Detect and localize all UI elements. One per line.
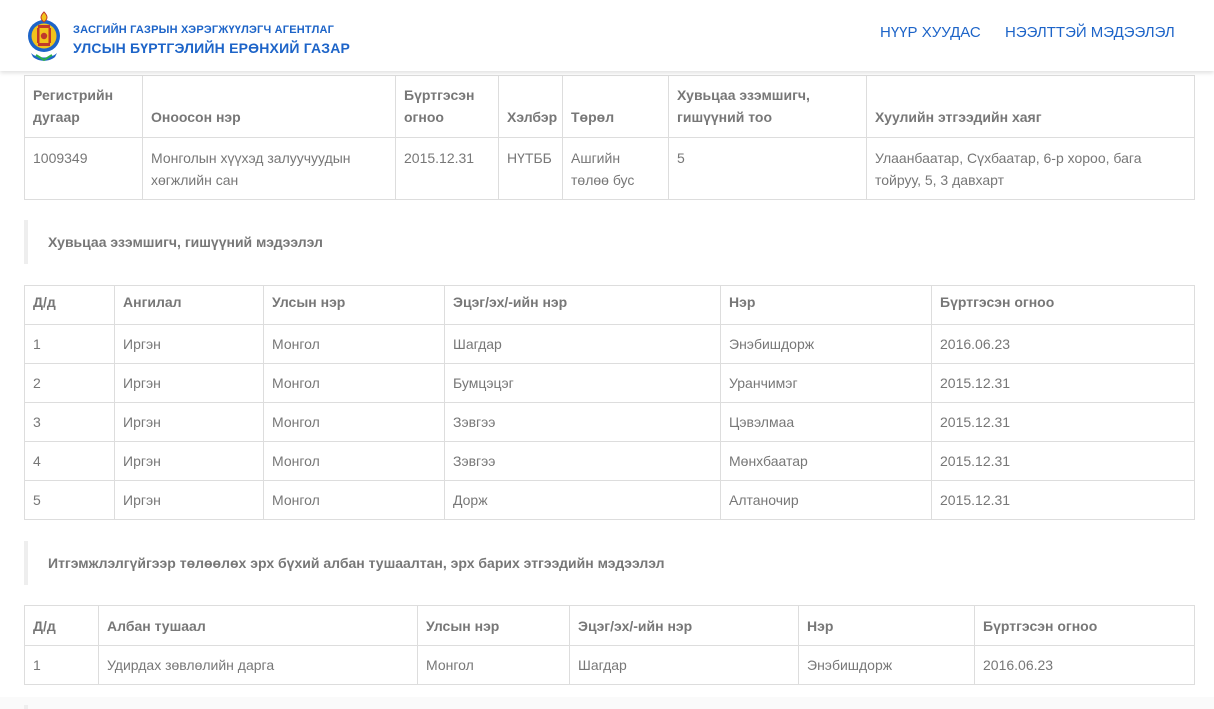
- country-cell: Монгол: [263, 402, 445, 442]
- row-number: 1: [24, 324, 115, 364]
- officers-section-title: Итгэмжлэлгүйгээр төлөөлөх эрх бүхий алба…: [24, 541, 1194, 585]
- col-header-name: Оноосон нэр: [142, 75, 396, 138]
- position-cell: Удирдах зөвлөлийн дарга: [98, 645, 418, 685]
- col-header-form: Хэлбэр: [498, 75, 563, 138]
- col-header-category: Ангилал: [114, 285, 264, 325]
- col-header-country: Улсын нэр: [417, 605, 570, 646]
- category-cell: Иргэн: [114, 441, 264, 481]
- nav-open-data-link[interactable]: НЭЭЛТТЭЙ МЭДЭЭЛЭЛ: [1005, 24, 1175, 41]
- row-number: 3: [24, 402, 115, 442]
- section-marker: [24, 705, 28, 709]
- country-cell: Монгол: [417, 645, 570, 685]
- member-count-cell: 5: [668, 137, 867, 200]
- category-cell: Иргэн: [114, 480, 264, 520]
- registered-date-cell: 2016.06.23: [931, 324, 1195, 364]
- table-row: 5 Иргэн Монгол Дорж Алтаночир 2015.12.31: [24, 480, 1195, 520]
- entity-info-table: Регистрийн дугаар Оноосон нэр Бүртгэсэн …: [24, 75, 1195, 200]
- table-row: 2 Иргэн Монгол Бумцэцэг Уранчимэг 2015.1…: [24, 363, 1195, 403]
- table-header-row: Д/д Ангилал Улсын нэр Эцэг/эх/-ийн нэр Н…: [24, 285, 1195, 325]
- table-header-row: Регистрийн дугаар Оноосон нэр Бүртгэсэн …: [24, 75, 1195, 138]
- col-header-registry-no: Регистрийн дугаар: [24, 75, 143, 138]
- category-cell: Иргэн: [114, 402, 264, 442]
- col-header-parent-name: Эцэг/эх/-ийн нэр: [569, 605, 799, 646]
- address-cell: Улаанбаатар, Сүхбаатар, 6-р хороо, бага …: [866, 137, 1195, 200]
- registered-date-cell: 2015.12.31: [931, 402, 1195, 442]
- col-header-registered: Бүртгэсэн огноо: [395, 75, 499, 138]
- row-number: 5: [24, 480, 115, 520]
- type-cell: Ашгийн төлөө бус: [562, 137, 669, 200]
- registered-date-cell: 2015.12.31: [931, 363, 1195, 403]
- given-name-cell: Энэбишдорж: [720, 324, 932, 364]
- agency-title[interactable]: УЛСЫН БҮРТГЭЛИЙН ЕРӨНХИЙ ГАЗАР: [73, 40, 350, 56]
- given-name-cell: Цэвэлмаа: [720, 402, 932, 442]
- parent-name-cell: Бумцэцэг: [444, 363, 721, 403]
- col-header-registered: Бүртгэсэн огноо: [974, 605, 1195, 646]
- col-header-given-name: Нэр: [798, 605, 975, 646]
- parent-name-cell: Зэвгээ: [444, 402, 721, 442]
- agency-subtitle: ЗАСГИЙН ГАЗРЫН ХЭРЭГЖҮҮЛЭГЧ АГЕНТЛАГ: [73, 24, 335, 36]
- table-header-row: Д/д Албан тушаал Улсын нэр Эцэг/эх/-ийн …: [24, 605, 1195, 646]
- col-header-given-name: Нэр: [720, 285, 932, 325]
- row-number: 1: [24, 645, 99, 685]
- given-name-cell: Энэбишдорж: [798, 645, 975, 685]
- registry-no-cell: 1009349: [24, 137, 143, 200]
- nav-home-link[interactable]: НҮҮР ХУУДАС: [880, 24, 981, 41]
- category-cell: Иргэн: [114, 363, 264, 403]
- registered-date-cell: 2015.12.31: [395, 137, 499, 200]
- row-number: 4: [24, 441, 115, 481]
- table-row: 4 Иргэн Монгол Зэвгээ Мөнхбаатар 2015.12…: [24, 441, 1195, 481]
- parent-name-cell: Дорж: [444, 480, 721, 520]
- country-cell: Монгол: [263, 480, 445, 520]
- col-header-parent-name: Эцэг/эх/-ийн нэр: [444, 285, 721, 325]
- col-header-no: Д/д: [24, 605, 99, 646]
- col-header-country: Улсын нэр: [263, 285, 445, 325]
- row-number: 2: [24, 363, 115, 403]
- site-header: ЗАСГИЙН ГАЗРЫН ХЭРЭГЖҮҮЛЭГЧ АГЕНТЛАГ УЛС…: [0, 0, 1214, 71]
- category-cell: Иргэн: [114, 324, 264, 364]
- parent-name-cell: Зэвгээ: [444, 441, 721, 481]
- table-row: 1 Иргэн Монгол Шагдар Энэбишдорж 2016.06…: [24, 324, 1195, 364]
- entity-name-cell: Монголын хүүхэд залуучуудын хөгжлийн сан: [142, 137, 396, 200]
- registered-date-cell: 2015.12.31: [931, 480, 1195, 520]
- col-header-type: Төрөл: [562, 75, 669, 138]
- col-header-position: Албан тушаал: [98, 605, 418, 646]
- parent-name-cell: Шагдар: [444, 324, 721, 364]
- country-cell: Монгол: [263, 441, 445, 481]
- given-name-cell: Мөнхбаатар: [720, 441, 932, 481]
- given-name-cell: Алтаночир: [720, 480, 932, 520]
- registered-date-cell: 2015.12.31: [931, 441, 1195, 481]
- country-cell: Монгол: [263, 363, 445, 403]
- table-row: 1009349 Монголын хүүхэд залуучуудын хөгж…: [24, 137, 1195, 200]
- col-header-no: Д/д: [24, 285, 115, 325]
- table-row: 3 Иргэн Монгол Зэвгээ Цэвэлмаа 2015.12.3…: [24, 402, 1195, 442]
- members-table: Д/д Ангилал Улсын нэр Эцэг/эх/-ийн нэр Н…: [24, 285, 1195, 520]
- parent-name-cell: Шагдар: [569, 645, 799, 685]
- next-section-edge: [0, 697, 1214, 709]
- officers-table: Д/д Албан тушаал Улсын нэр Эцэг/эх/-ийн …: [24, 605, 1195, 685]
- soyombo-emblem-icon[interactable]: [27, 9, 61, 63]
- given-name-cell: Уранчимэг: [720, 363, 932, 403]
- col-header-member-count: Хувьцаа эзэмшигч, гишүүний тоо: [668, 75, 867, 138]
- col-header-registered: Бүртгэсэн огноо: [931, 285, 1195, 325]
- col-header-address: Хуулийн этгээдийн хаяг: [866, 75, 1195, 138]
- registered-date-cell: 2016.06.23: [974, 645, 1195, 685]
- table-row: 1 Удирдах зөвлөлийн дарга Монгол Шагдар …: [24, 645, 1195, 685]
- form-cell: НҮТББ: [498, 137, 563, 200]
- members-section-title: Хувьцаа эзэмшигч, гишүүний мэдээлэл: [24, 220, 1194, 264]
- country-cell: Монгол: [263, 324, 445, 364]
